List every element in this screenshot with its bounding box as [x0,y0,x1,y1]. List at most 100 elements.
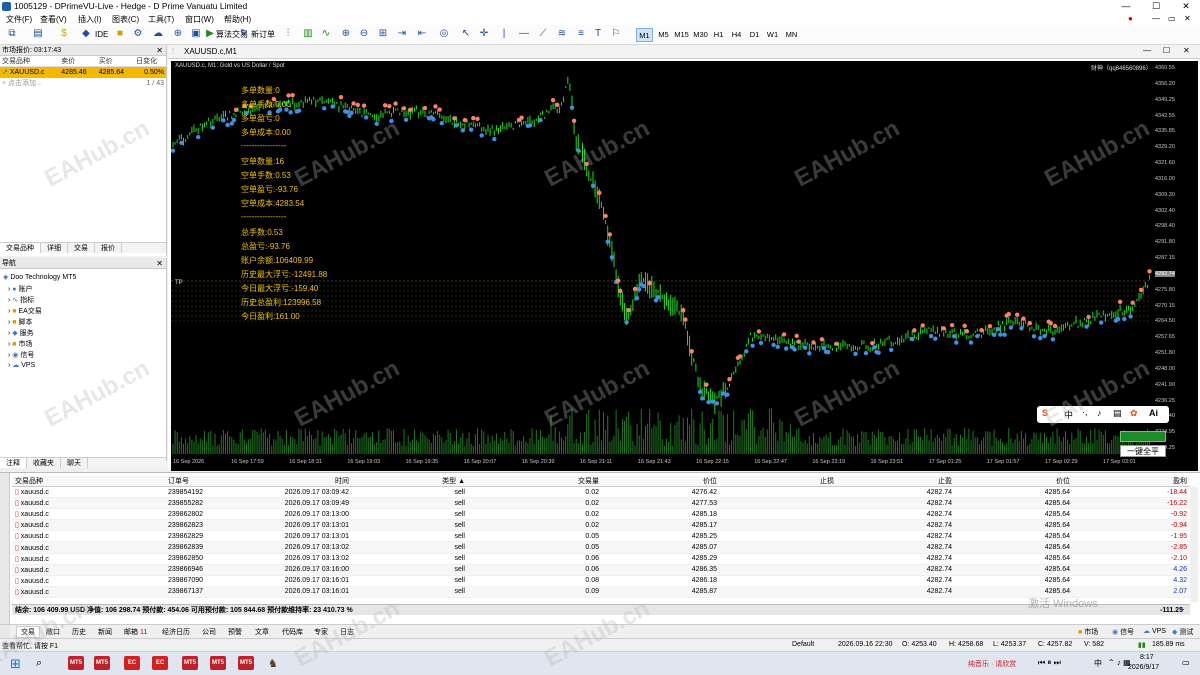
close-icon[interactable]: ✕ [156,45,163,56]
algo-play-icon[interactable]: ▶ [204,28,216,40]
child-restore-button[interactable]: ▭ [1168,14,1176,23]
tf-h1[interactable]: H1 [710,28,727,42]
windows-start-icon[interactable]: ⊞ [10,656,21,672]
col-open-price[interactable]: 价位 [602,476,720,487]
tab-calendar[interactable]: 经济日历 [162,627,190,637]
signals-link[interactable]: ◉ 信号 [1112,627,1134,637]
tab-news[interactable]: 新闻 [98,627,112,637]
menu-window[interactable]: 窗口(W) [185,14,214,25]
position-row[interactable]: ▯ xauusd.c 239862829 2026.09.17 03:13:01 se… [12,530,1190,543]
position-row[interactable]: ▯ xauusd.c 239862823 2026.09.17 03:13:01 se… [12,519,1190,532]
text-icon[interactable]: T [592,28,604,40]
position-row[interactable]: ▯ xauusd.c 239867137 2026.09.17 03:16:01 se… [12,586,1190,598]
line-chart-icon[interactable]: ∿ [320,28,332,40]
col-bid[interactable]: 卖价 [59,56,97,67]
zoom-out-icon[interactable]: ⊖ [358,28,370,40]
new-chart-icon[interactable]: ⧉ [6,28,18,40]
skin-icon[interactable]: ✿ [1130,408,1138,419]
tab-experts[interactable]: 专家 [314,627,328,637]
status-profile[interactable]: Default [792,641,814,648]
cursor-icon[interactable]: ↖ [460,28,472,40]
nav-root[interactable]: ◈ Doo Technology MT5 [3,273,76,281]
ime-toolbar[interactable]: S 中 ·, ♪ ▤ ✿ Ai [1037,406,1169,423]
ide-icon[interactable]: ◆ [80,28,92,40]
ide-button[interactable]: IDE [95,28,108,41]
microphone-icon[interactable]: ♪ [1097,408,1102,418]
position-row[interactable]: ▯ xauusd.c 239862802 2026.09.17 03:13:00 se… [12,508,1190,521]
taskbar-app-mt5[interactable]: MT5 [68,656,84,670]
col-symbol[interactable]: 交易品种 [12,476,165,487]
minimize-button[interactable]: — [1116,0,1136,13]
menu-file[interactable]: 文件(F) [6,14,32,25]
position-row[interactable]: ▯ xauusd.c 239862839 2026.09.17 03:13:02 se… [12,541,1190,554]
position-row[interactable]: ▯ xauusd.c 239855282 2026.09.17 03:09:49 se… [12,497,1190,510]
trendline-icon[interactable]: ⟋ [537,28,549,40]
green-action-button[interactable] [1120,431,1166,442]
signals-icon[interactable]: ⊕ [172,28,184,40]
close-button[interactable]: ✕ [1176,0,1196,13]
autoscroll-icon[interactable]: ⇥ [396,28,408,40]
tab-trading[interactable]: 交易 [68,243,95,253]
child-close-button[interactable]: ✕ [1184,14,1191,23]
clock-time[interactable]: 8:17 [1140,654,1154,661]
tab-mailbox[interactable]: 邮箱 11 [124,627,147,637]
tester-link[interactable]: ◆ 测试 [1172,627,1193,637]
position-row[interactable]: ▯ xauusd.c 239854192 2026.09.17 03:09:42 se… [12,486,1190,499]
menu-view[interactable]: 查看(V) [40,14,67,25]
market-icon[interactable]: $ [58,28,70,40]
media-title[interactable]: 纯音乐 · 请欣赏 [968,659,1016,669]
lock-icon[interactable]: ■ [114,28,126,40]
chart-minimize-button[interactable]: — [1143,46,1151,55]
horizontal-line-icon[interactable]: — [518,28,530,40]
tf-h4[interactable]: H4 [728,28,745,42]
col-change[interactable]: 日变化 [134,56,166,67]
tf-m30[interactable]: M30 [691,28,710,42]
taskbar-app-mt5[interactable]: MT5 [182,656,198,670]
terminal-icon[interactable]: ▣ [190,28,202,40]
vertical-line-icon[interactable]: | [498,28,510,40]
chart-tab-title[interactable]: XAUUSD.c,M1 [184,47,237,56]
bar-chart-icon[interactable]: ⫶ [282,28,294,40]
tab-symbols[interactable]: 交易品种 [0,243,41,253]
col-ticket[interactable]: 订单号 [165,476,270,487]
taskbar-app-ec[interactable]: EC [124,656,140,670]
tab-company[interactable]: 公司 [202,627,216,637]
candle-chart-icon[interactable]: ▥ [302,28,314,40]
tab-details[interactable]: 详细 [41,243,68,253]
col-type[interactable]: 类型 ▲ [352,476,468,487]
tf-d1[interactable]: D1 [746,28,763,42]
child-minimize-button[interactable]: — [1152,14,1160,23]
ime-mode[interactable]: 中 [1064,408,1073,421]
taskbar-app-mt5[interactable]: MT5 [210,656,226,670]
crosshair-icon[interactable]: ✛ [478,28,490,40]
fibonacci-icon[interactable]: ≡ [575,28,587,40]
tf-w1[interactable]: W1 [764,28,781,42]
chart-close-button[interactable]: ✕ [1183,46,1190,55]
notification-icon[interactable]: ● [1128,14,1133,23]
grid-icon[interactable]: ⊞ [377,28,389,40]
keyboard-icon[interactable]: ▤ [1113,408,1122,419]
vps-link[interactable]: ☁ VPS [1143,627,1166,635]
nav-services[interactable]: › ◆ 服务 [8,328,34,338]
chart-shift-icon[interactable]: ⇤ [416,28,428,40]
notification-center-icon[interactable]: ▭ [1182,658,1190,667]
tab-journal[interactable]: 日志 [340,627,354,637]
market-link[interactable]: ■ 市场 [1078,627,1098,637]
col-symbol[interactable]: 交易品种 [0,56,60,67]
nav-experts[interactable]: › ■ EA交易 [8,306,42,316]
nav-scripts[interactable]: › ■ 脚本 [8,317,32,327]
tab-comments[interactable]: 注释 [0,458,27,468]
profiles-icon[interactable]: ▤ [32,28,44,40]
taskbar-app-mt5[interactable]: MT5 [238,656,254,670]
menu-help[interactable]: 帮助(H) [224,14,251,25]
cloud-icon[interactable]: ☁ [152,28,164,40]
shapes-icon[interactable]: ⚐ [610,28,622,40]
nav-signals[interactable]: › ◉ 信号 [8,350,34,360]
new-order-icon[interactable]: ✎ [238,28,250,40]
ime-indicator[interactable]: 中 [1094,658,1102,669]
close-all-button[interactable]: 一键全平 [1120,445,1166,457]
nav-vps[interactable]: › ☁ VPS [8,361,35,369]
tab-chat[interactable]: 聊天 [61,458,88,468]
taskbar-app-ec[interactable]: EC [152,656,168,670]
zoom-in-icon[interactable]: ⊕ [340,28,352,40]
